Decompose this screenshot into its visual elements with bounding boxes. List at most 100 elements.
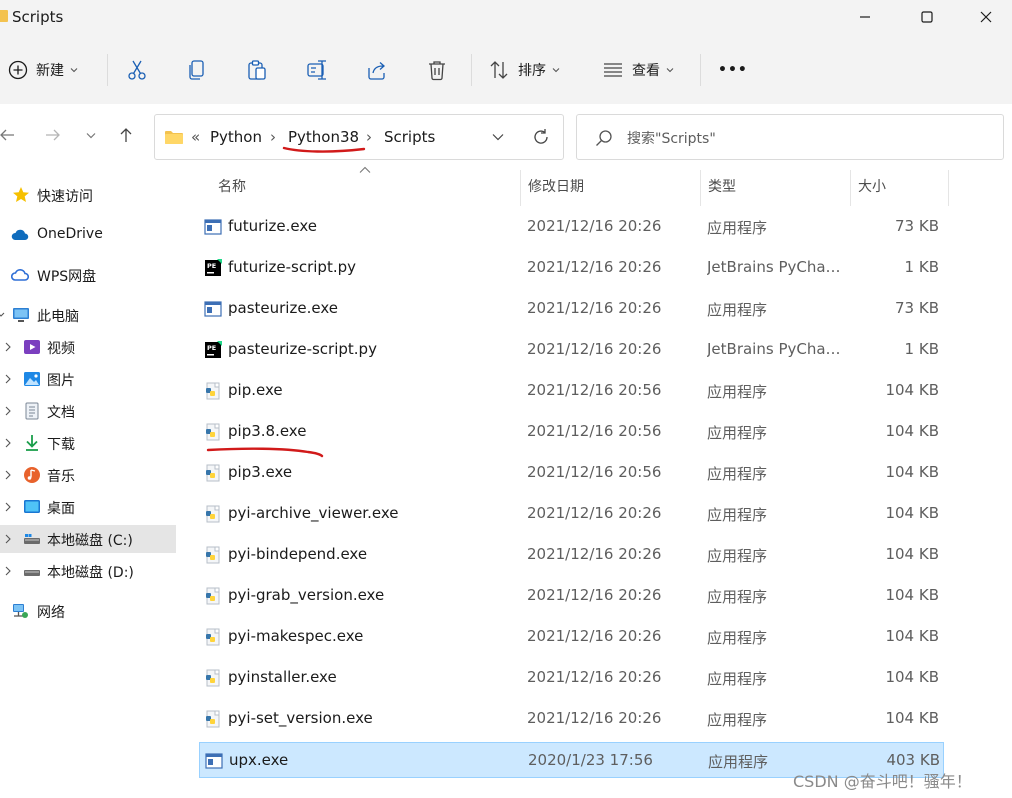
file-row[interactable]: pasteurize.exe 2021/12/16 20:26 应用程序 73 KB xyxy=(199,291,944,327)
copy-button[interactable] xyxy=(186,55,208,85)
chevron-down-icon[interactable] xyxy=(0,310,5,320)
file-row[interactable]: pyi-archive_viewer.exe 2021/12/16 20:26 应用… xyxy=(199,496,944,532)
chevron-right-icon[interactable] xyxy=(4,406,12,416)
sidebar-item-this-pc[interactable]: 此电脑 xyxy=(0,301,176,329)
refresh-icon[interactable] xyxy=(532,128,550,146)
sidebar-item-documents[interactable]: 文档 xyxy=(0,397,176,425)
close-button[interactable] xyxy=(957,0,1012,34)
arrow-right-icon xyxy=(46,129,60,141)
maximize-button[interactable] xyxy=(898,0,956,34)
sidebar-item-quick-access[interactable]: 快速访问 xyxy=(0,181,176,209)
column-divider[interactable] xyxy=(850,170,851,206)
svg-text:PE: PE xyxy=(207,344,216,352)
paste-button[interactable] xyxy=(246,55,268,85)
computer-icon xyxy=(13,308,29,322)
file-row[interactable]: futurize.exe 2021/12/16 20:26 应用程序 73 KB xyxy=(199,209,944,245)
file-size: 1 KB xyxy=(904,258,939,276)
window-title: Scripts xyxy=(12,8,64,26)
sidebar-item-network[interactable]: 网络 xyxy=(0,597,176,625)
chevron-right-icon[interactable] xyxy=(4,342,12,352)
sidebar-item-pictures[interactable]: 图片 xyxy=(0,365,176,393)
file-row[interactable]: pyi-grab_version.exe 2021/12/16 20:26 应用程序… xyxy=(199,578,944,614)
file-modified-date: 2021/12/16 20:26 xyxy=(527,258,662,276)
file-type: 应用程序 xyxy=(707,588,768,606)
file-name: pyinstaller.exe xyxy=(228,668,337,686)
plus-circle-icon xyxy=(8,60,28,80)
sidebar-item-videos[interactable]: 视频 xyxy=(0,333,176,361)
cut-button[interactable] xyxy=(126,55,148,85)
sidebar-item-downloads[interactable]: 下载 xyxy=(0,429,176,457)
sidebar-item-desktop[interactable]: 桌面 xyxy=(0,493,176,521)
breadcrumb-python38[interactable]: Python38 xyxy=(288,128,359,146)
view-button[interactable]: 查看 xyxy=(602,55,674,85)
recent-locations-button[interactable] xyxy=(78,122,104,148)
share-button[interactable] xyxy=(366,55,388,85)
sidebar-item-music[interactable]: 音乐 xyxy=(0,461,176,489)
sidebar-item-wps-cloud[interactable]: WPS网盘 xyxy=(0,261,176,289)
file-row[interactable]: pyinstaller.exe 2021/12/16 20:26 应用程序 104 K… xyxy=(199,660,944,696)
watermark: CSDN @奋斗吧！骚年！ xyxy=(793,772,972,791)
file-name: pip.exe xyxy=(228,381,283,399)
minimize-button[interactable] xyxy=(836,0,894,34)
chevron-right-icon[interactable] xyxy=(4,502,12,512)
file-row[interactable]: pyi-set_version.exe 2021/12/16 20:26 应用程序 1… xyxy=(199,701,944,737)
file-modified-date: 2021/12/16 20:26 xyxy=(527,627,662,645)
file-row[interactable]: pip.exe 2021/12/16 20:56 应用程序 104 KB xyxy=(199,373,944,409)
exe-window-icon xyxy=(205,753,223,769)
new-button[interactable]: 新建 xyxy=(8,55,78,85)
python-exe-icon xyxy=(206,710,220,728)
sidebar-item-label: OneDrive xyxy=(37,226,103,242)
file-row[interactable]: pip3.exe 2021/12/16 20:56 应用程序 104 KB xyxy=(199,455,944,491)
chevron-right-icon[interactable] xyxy=(4,470,12,480)
file-modified-date: 2021/12/16 20:26 xyxy=(527,709,662,727)
column-header-size[interactable]: 大小 xyxy=(858,176,886,196)
file-row[interactable]: pyi-bindepend.exe 2021/12/16 20:26 应用程序 104… xyxy=(199,537,944,573)
search-box[interactable]: 搜索"Scripts" xyxy=(576,114,1004,160)
file-size: 104 KB xyxy=(885,463,939,481)
file-modified-date: 2021/12/16 20:26 xyxy=(527,586,662,604)
sidebar-item-drive-c[interactable]: 本地磁盘 (C:) xyxy=(0,525,176,553)
up-button[interactable] xyxy=(113,122,139,148)
sidebar-item-label: 图片 xyxy=(47,373,75,389)
file-type: 应用程序 xyxy=(707,301,768,319)
file-row[interactable]: pyi-makespec.exe 2021/12/16 20:26 应用程序 104 … xyxy=(199,619,944,655)
breadcrumb-python[interactable]: Python xyxy=(210,128,262,146)
column-divider[interactable] xyxy=(700,170,701,206)
column-divider[interactable] xyxy=(520,170,521,206)
chevron-right-icon[interactable] xyxy=(4,534,12,544)
sort-button[interactable]: 排序 xyxy=(488,55,560,85)
rename-button[interactable] xyxy=(306,55,328,85)
file-name: pasteurize-script.py xyxy=(228,340,377,358)
address-bar[interactable]: « Python › Python38 › Scripts xyxy=(154,114,564,160)
breadcrumb-scripts[interactable]: Scripts xyxy=(384,128,435,146)
column-header-date[interactable]: 修改日期 xyxy=(528,176,584,196)
python-exe-icon xyxy=(206,546,220,564)
forward-button[interactable] xyxy=(40,122,66,148)
pycharm-file-icon: PE xyxy=(205,341,222,358)
breadcrumb-separator[interactable]: › xyxy=(366,128,372,146)
column-header-name[interactable]: 名称 xyxy=(218,176,246,196)
download-icon xyxy=(26,435,38,451)
back-button[interactable] xyxy=(0,122,20,148)
chevron-right-icon[interactable] xyxy=(4,438,12,448)
file-row[interactable]: PE pasteurize-script.py 2021/12/16 20:26 Je… xyxy=(199,332,944,368)
breadcrumb-overflow[interactable]: « xyxy=(191,128,200,146)
chevron-right-icon[interactable] xyxy=(4,566,12,576)
column-divider[interactable] xyxy=(948,170,949,206)
file-row[interactable]: pip3.8.exe 2021/12/16 20:56 应用程序 104 KB xyxy=(199,414,944,450)
column-header-type[interactable]: 类型 xyxy=(708,176,736,196)
maximize-icon xyxy=(921,11,933,23)
sidebar-item-onedrive[interactable]: OneDrive xyxy=(0,221,176,249)
chevron-right-icon[interactable] xyxy=(4,374,12,384)
file-name: pyi-bindepend.exe xyxy=(228,545,368,563)
more-options-button[interactable]: ••• xyxy=(718,55,748,85)
share-icon xyxy=(368,62,385,80)
breadcrumb-separator[interactable]: › xyxy=(270,128,276,146)
file-row[interactable]: PE futurize-script.py 2021/12/16 20:26 JetB… xyxy=(199,250,944,286)
delete-button[interactable] xyxy=(426,55,448,85)
search-input[interactable]: 搜索"Scripts" xyxy=(627,128,716,148)
chevron-down-icon[interactable] xyxy=(492,133,504,141)
sort-ascending-icon xyxy=(359,166,371,173)
picture-icon xyxy=(24,372,40,386)
sidebar-item-drive-d[interactable]: 本地磁盘 (D:) xyxy=(0,557,176,585)
